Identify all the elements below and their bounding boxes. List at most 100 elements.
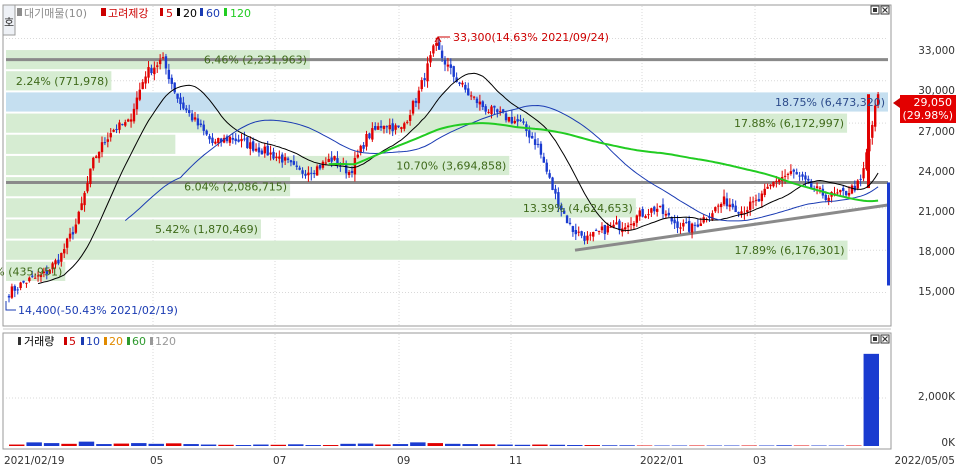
- candle-body: [365, 134, 368, 147]
- current-price-change: (29.98%): [902, 109, 953, 122]
- candle-body: [638, 210, 641, 217]
- candle-body: [158, 59, 162, 65]
- candle-body: [411, 101, 415, 114]
- volume-bar: [340, 443, 356, 446]
- candle-body: [644, 216, 647, 219]
- candle-body: [699, 223, 702, 227]
- candle-body: [754, 199, 758, 201]
- candle-body: [464, 84, 467, 90]
- candle-body: [632, 222, 636, 226]
- volume-legend-ma5[interactable]: 5: [69, 335, 76, 348]
- edge-candle: [887, 182, 890, 286]
- volume-bar: [619, 445, 635, 446]
- volume-legend-ma10[interactable]: 10: [86, 335, 100, 348]
- legend-ma20[interactable]: 20: [183, 7, 197, 20]
- candle-body: [211, 137, 214, 144]
- candle-body: [461, 82, 464, 85]
- candle-body: [19, 282, 22, 289]
- volume-bar: [305, 445, 321, 446]
- volume-legend-title[interactable]: 거래량: [24, 335, 54, 348]
- candle-body: [182, 102, 185, 109]
- candle-body: [429, 55, 432, 63]
- candle-body: [775, 180, 778, 182]
- maximize-pane-icon: [873, 337, 877, 341]
- legend-overlay-label[interactable]: 대기매물(10): [24, 7, 87, 20]
- candle-body: [60, 252, 63, 262]
- candle-body: [458, 82, 461, 84]
- candle-body: [202, 124, 205, 131]
- candle-body: [298, 167, 301, 170]
- volume-profile-label: 18.75% (6,473,320): [775, 96, 885, 109]
- candle-body: [801, 174, 804, 177]
- candle-body: [118, 122, 121, 130]
- candle-body: [161, 57, 165, 59]
- volume-bar: [200, 444, 217, 446]
- price-tick: 27,000: [918, 126, 955, 138]
- legend-ma120[interactable]: 120: [230, 7, 251, 20]
- current-price-marker: [893, 98, 900, 108]
- candle-body: [673, 219, 676, 224]
- volume-bar: [131, 443, 147, 446]
- price-axis[interactable]: 33,000 30,000 27,000 24,000 21,000 18,00…: [918, 45, 955, 298]
- candle-body: [507, 117, 511, 122]
- volume-bar: [43, 443, 60, 446]
- candle-body: [859, 178, 862, 180]
- candle-body: [400, 127, 403, 129]
- candle-body: [490, 106, 493, 115]
- candle-body: [251, 141, 255, 151]
- volume-axis[interactable]: 2,000K 0K: [918, 391, 956, 449]
- volume-legend-ma60[interactable]: 60: [132, 335, 146, 348]
- candle-body: [615, 222, 618, 225]
- candle-body: [394, 125, 397, 130]
- legend-stock-name[interactable]: 고려제강: [108, 7, 148, 20]
- candle-body: [374, 126, 377, 130]
- candle-body: [728, 204, 732, 207]
- legend-ma60[interactable]: 60: [206, 7, 220, 20]
- candle-body: [129, 119, 133, 122]
- candle-body: [254, 148, 258, 151]
- candle-body: [153, 67, 156, 75]
- date-tick: 2022/05/05: [894, 455, 955, 467]
- volume-profile-label: 5.42% (1,870,469): [155, 223, 258, 236]
- candle-body: [516, 119, 519, 122]
- candle-body: [836, 192, 839, 194]
- candle-body: [301, 170, 304, 174]
- volume-bar: [776, 445, 792, 446]
- candle-body: [522, 121, 525, 123]
- date-tick: 03: [753, 455, 766, 467]
- volume-legend-ma120[interactable]: 120: [155, 335, 176, 348]
- legend-ma5[interactable]: 5: [166, 7, 173, 20]
- candle-body: [717, 205, 720, 207]
- volume-legend-ma20[interactable]: 20: [109, 335, 123, 348]
- candle-body: [452, 66, 455, 77]
- candle-body: [89, 168, 92, 185]
- candle-body: [839, 189, 842, 193]
- candle-body: [193, 117, 197, 120]
- candle-body: [423, 78, 426, 81]
- candle-body: [539, 143, 543, 155]
- candle-body: [783, 175, 787, 177]
- candle-body: [589, 234, 592, 236]
- candle-body: [571, 226, 575, 232]
- candle-body: [74, 224, 78, 233]
- volume-bar: [549, 444, 566, 446]
- volume-bar: [218, 444, 234, 446]
- candle-body: [278, 156, 281, 159]
- date-axis[interactable]: 2021/02/19 05 07 09 11 2022/01 03 2022/0…: [4, 455, 955, 467]
- volume-profile-band: [6, 240, 848, 260]
- volume-profile-label: 13.39% (4,624,653): [523, 202, 633, 215]
- candle-body: [807, 178, 810, 181]
- candle-body: [824, 194, 827, 201]
- candle-body: [554, 188, 557, 194]
- candle-body: [737, 211, 740, 214]
- candle-body: [231, 137, 235, 140]
- candle-body: [667, 212, 671, 216]
- candle-body: [97, 151, 101, 159]
- stock-chart[interactable]: 6.46% (2,231,963) 2.24% (771,978) 18.75% (…: [0, 0, 957, 467]
- candle-body: [80, 203, 83, 210]
- volume-profile-label: 6.04% (2,086,715): [184, 181, 287, 194]
- candle-body: [408, 115, 412, 121]
- volume-profile-label: 6.46% (2,231,963): [204, 54, 307, 67]
- candle-body: [124, 122, 127, 126]
- candle-body: [440, 50, 444, 59]
